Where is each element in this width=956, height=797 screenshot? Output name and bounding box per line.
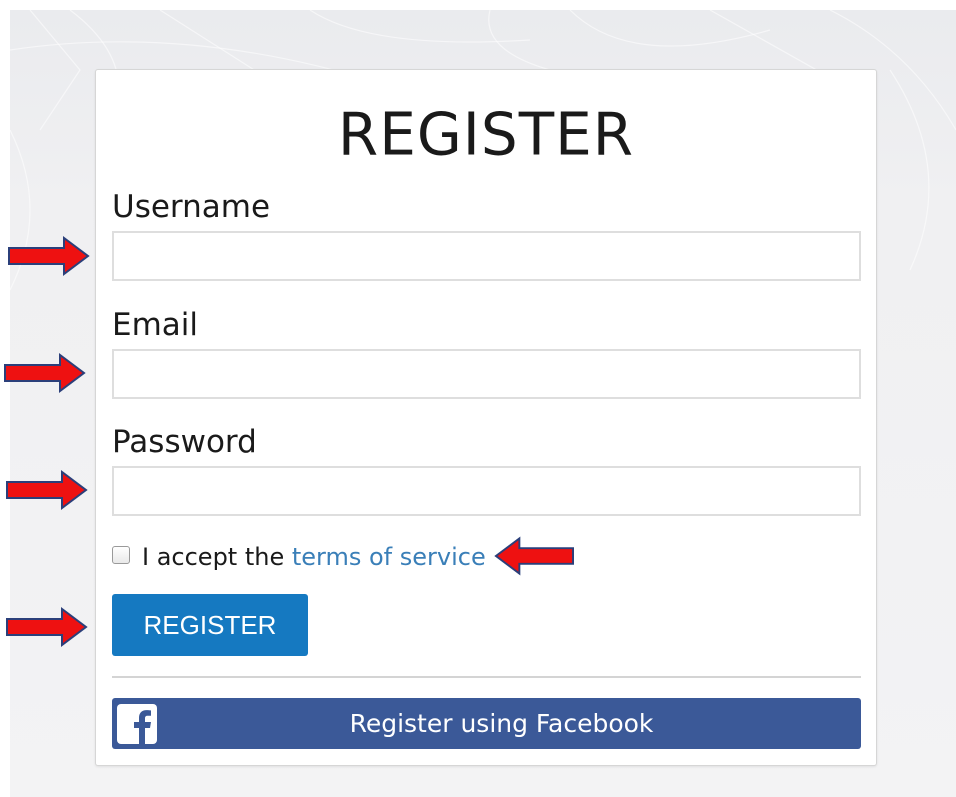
page-title: REGISTER: [337, 99, 635, 169]
register-card: REGISTER Username Email Password I accep…: [95, 69, 877, 766]
facebook-button-label: Register using Facebook: [349, 709, 654, 738]
register-button[interactable]: REGISTER: [112, 594, 308, 656]
username-input[interactable]: [112, 231, 861, 281]
username-label: Username: [112, 189, 271, 225]
terms-of-service-link[interactable]: terms of service: [292, 543, 486, 571]
red-arrow-icon: [6, 607, 88, 647]
terms-label: I accept the: [142, 543, 292, 571]
red-arrow-icon: [4, 353, 86, 393]
email-label: Email: [112, 307, 199, 343]
red-arrow-icon: [6, 470, 88, 510]
facebook-logo-icon: [117, 704, 157, 744]
red-arrow-icon: [494, 536, 574, 576]
terms-checkbox[interactable]: [112, 546, 130, 564]
email-input[interactable]: [112, 349, 861, 399]
register-facebook-button[interactable]: Register using Facebook: [112, 698, 861, 749]
password-input[interactable]: [112, 466, 861, 516]
divider: [112, 676, 861, 678]
terms-row: I accept the terms of service: [112, 542, 486, 572]
red-arrow-icon: [8, 236, 90, 276]
password-label: Password: [112, 424, 257, 460]
